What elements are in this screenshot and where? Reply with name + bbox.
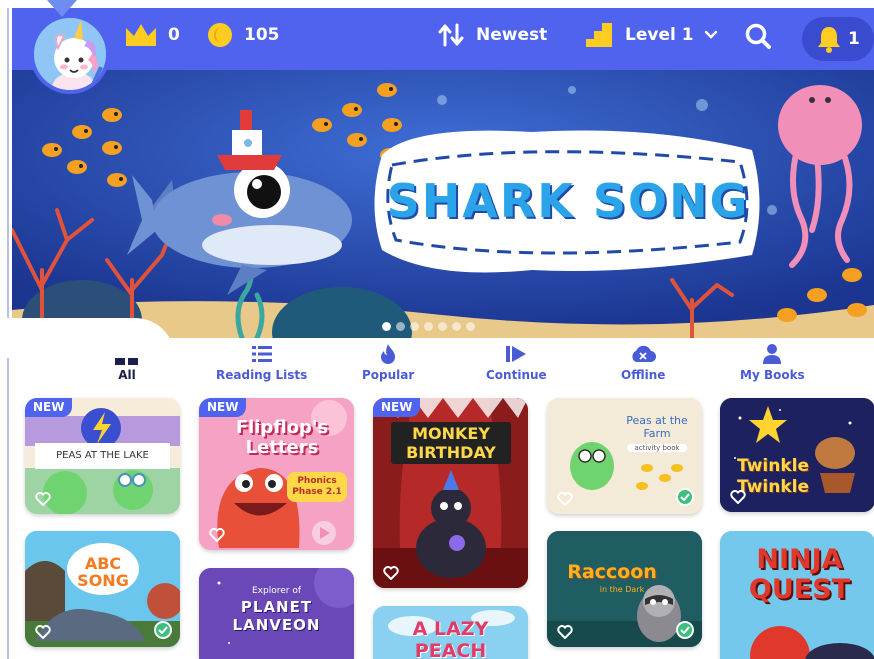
tab-label: Offline xyxy=(621,368,666,382)
crowns-count: 0 xyxy=(168,25,180,45)
book-title: NINJA QUEST xyxy=(748,544,851,605)
level-selector[interactable]: Level 1 xyxy=(585,20,718,50)
list-icon xyxy=(251,346,272,362)
coins-counter: 105 xyxy=(206,20,280,50)
book-card[interactable]: ABC SONG xyxy=(25,531,180,647)
downloaded-check-icon xyxy=(154,621,172,639)
tab-label: All xyxy=(118,368,136,382)
pagination-dot[interactable] xyxy=(410,322,419,331)
book-card[interactable]: NEW Flipflop's Letters Phonics Phase 2.1 xyxy=(199,398,354,550)
person-icon xyxy=(763,344,782,364)
tab-label: Reading Lists xyxy=(216,368,308,382)
heart-icon[interactable] xyxy=(209,528,225,542)
coins-count: 105 xyxy=(244,25,280,45)
tab-reading-lists[interactable]: Reading Lists xyxy=(216,344,307,382)
new-badge: NEW xyxy=(373,398,421,417)
book-card[interactable]: Raccoon in the Dark xyxy=(547,531,702,647)
book-title: A LAZY PEACH xyxy=(412,618,489,659)
book-title: MONKEY BIRTHDAY xyxy=(391,422,511,464)
search-icon[interactable] xyxy=(744,22,772,50)
banner-corner-curve xyxy=(0,318,175,358)
notifications-button[interactable]: 1 xyxy=(802,17,874,61)
book-card[interactable]: NEW PEAS AT THE LAKE xyxy=(25,398,180,514)
book-title: Flipflop's Letters xyxy=(235,417,329,458)
book-title: Peas at the Farm xyxy=(626,414,688,440)
book-subtitle: activity book xyxy=(627,444,687,452)
heart-icon[interactable] xyxy=(35,492,51,506)
book-title: PLANET LANVEON xyxy=(232,598,321,634)
tab-label: Continue xyxy=(486,368,547,382)
tab-my-books[interactable]: My Books xyxy=(740,344,805,382)
new-badge: NEW xyxy=(25,398,73,417)
stairs-icon xyxy=(586,23,612,47)
play-icon xyxy=(506,346,527,362)
pagination-dot[interactable] xyxy=(396,322,405,331)
book-card[interactable]: A LAZY PEACH xyxy=(373,606,528,659)
heart-icon[interactable] xyxy=(35,625,51,639)
cloud-icon xyxy=(632,345,657,363)
book-card[interactable]: NINJA QUEST xyxy=(720,531,874,659)
tab-offline[interactable]: Offline xyxy=(621,344,665,382)
book-subtitle: Explorer of xyxy=(251,586,301,596)
sort-button[interactable]: Newest xyxy=(438,20,547,50)
tab-popular[interactable]: Popular xyxy=(362,344,414,382)
book-subtitle: Phonics Phase 2.1 xyxy=(292,476,342,497)
app-frame: 0 105 Newest Level 1 1 SHARK SONG All Re… xyxy=(0,0,874,659)
downloaded-check-icon xyxy=(676,488,694,506)
pagination-dot[interactable] xyxy=(452,322,461,331)
book-title: PEAS AT THE LAKE xyxy=(35,443,170,469)
flame-icon xyxy=(381,344,396,364)
level-label: Level 1 xyxy=(625,25,694,45)
sort-arrows-icon xyxy=(438,23,464,47)
book-card[interactable]: NEW MONKEY BIRTHDAY xyxy=(373,398,528,588)
avatar[interactable] xyxy=(30,14,110,94)
avatar-pointer-icon xyxy=(47,0,77,17)
book-card[interactable]: Peas at the Farm activity book xyxy=(547,398,702,514)
heart-icon[interactable] xyxy=(730,490,746,504)
book-title: Raccoon xyxy=(567,561,657,583)
banner-title: SHARK SONG xyxy=(386,174,750,228)
book-subtitle: in the Dark xyxy=(599,585,645,594)
book-card[interactable]: Explorer of PLANET LANVEON xyxy=(199,568,354,659)
featured-banner[interactable]: SHARK SONG xyxy=(12,70,874,338)
pagination-dot[interactable] xyxy=(424,322,433,331)
book-title: ABC SONG xyxy=(77,554,129,590)
coin-icon xyxy=(208,23,232,47)
pagination-dot[interactable] xyxy=(438,322,447,331)
heart-icon[interactable] xyxy=(557,625,573,639)
pagination-dot[interactable] xyxy=(382,322,391,331)
tab-label: My Books xyxy=(740,368,805,382)
crowns-counter: 0 xyxy=(124,20,180,50)
pagination-dot[interactable] xyxy=(466,322,475,331)
banner-pagination[interactable] xyxy=(382,322,475,331)
bell-icon xyxy=(818,27,840,53)
book-card[interactable]: Twinkle Twinkle xyxy=(720,398,874,512)
tab-continue[interactable]: Continue xyxy=(486,344,547,382)
notification-count: 1 xyxy=(848,29,860,49)
chevron-down-icon xyxy=(704,30,717,39)
sort-label: Newest xyxy=(476,25,548,45)
downloaded-check-icon xyxy=(676,621,694,639)
heart-icon[interactable] xyxy=(383,566,399,580)
crown-icon xyxy=(126,24,156,46)
heart-icon[interactable] xyxy=(557,492,573,506)
tab-label: Popular xyxy=(362,368,415,382)
new-badge: NEW xyxy=(199,398,247,417)
